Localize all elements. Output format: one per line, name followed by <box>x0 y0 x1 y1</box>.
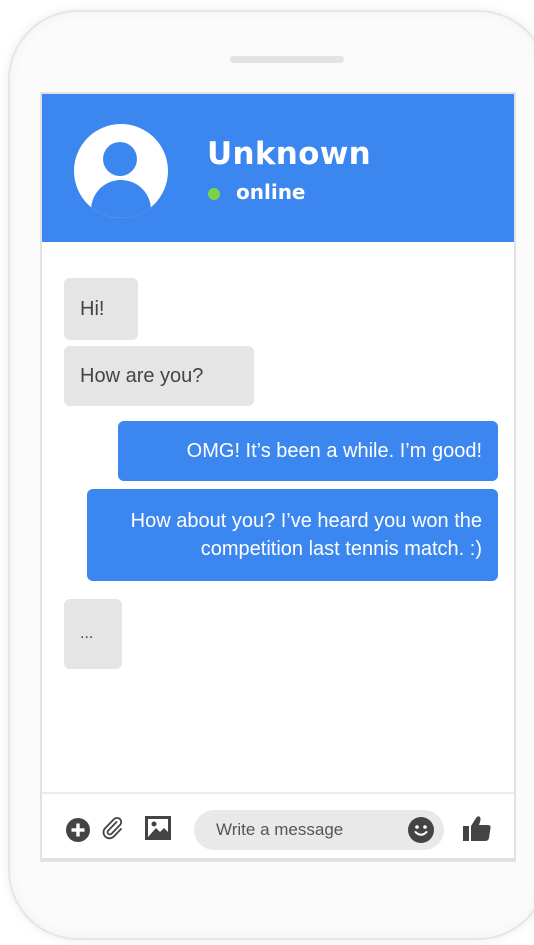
composer-bottom-border <box>42 858 514 860</box>
plus-icon[interactable] <box>66 818 90 842</box>
online-status-text: online <box>236 180 306 204</box>
chat-header: Unknown online <box>42 94 514 242</box>
phone-speaker <box>230 56 344 63</box>
thumbs-up-icon[interactable] <box>462 814 492 842</box>
chat-screen: Unknown online Hi! How are you? OMG! It’… <box>40 92 516 862</box>
message-input[interactable] <box>194 810 444 850</box>
outgoing-message: OMG! It’s been a while. I’m good! <box>118 421 498 481</box>
incoming-message: How are you? <box>64 346 254 406</box>
avatar-head <box>103 142 137 176</box>
online-status-dot <box>208 188 220 200</box>
composer-divider <box>42 792 514 794</box>
avatar[interactable] <box>74 124 168 218</box>
incoming-message: Hi! <box>64 278 138 340</box>
emoji-icon[interactable] <box>408 817 434 843</box>
outgoing-message: How about you? I’ve heard you won the co… <box>87 489 498 581</box>
contact-name: Unknown <box>207 136 372 172</box>
typing-indicator: ... <box>64 599 122 669</box>
avatar-body <box>91 180 151 218</box>
paperclip-icon[interactable] <box>100 815 124 841</box>
image-icon[interactable] <box>144 815 172 841</box>
